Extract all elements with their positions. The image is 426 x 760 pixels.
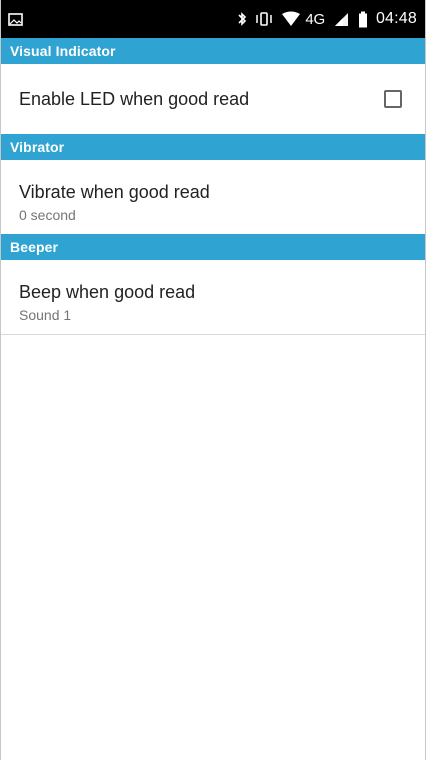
setting-title: Beep when good read bbox=[19, 282, 196, 302]
bluetooth-icon bbox=[237, 11, 247, 27]
setting-title: Enable LED when good read bbox=[19, 89, 250, 109]
enable-led-checkbox[interactable] bbox=[384, 90, 402, 108]
clock: 04:48 bbox=[375, 10, 417, 27]
setting-enable-led[interactable]: Enable LED when good read bbox=[1, 64, 425, 134]
list-divider bbox=[1, 334, 425, 335]
battery-icon bbox=[358, 11, 368, 28]
network-type-label: 4G bbox=[305, 10, 325, 28]
status-bar: 4G 04:48 bbox=[1, 0, 425, 38]
wifi-icon bbox=[281, 11, 301, 27]
setting-summary: 0 second bbox=[19, 207, 76, 223]
signal-icon bbox=[333, 11, 350, 27]
setting-summary: Sound 1 bbox=[19, 307, 72, 323]
status-bar-right: 4G 04:48 bbox=[237, 10, 417, 28]
setting-title: Vibrate when good read bbox=[19, 182, 210, 202]
setting-vibrate[interactable]: Vibrate when good read 0 second bbox=[1, 160, 425, 234]
vibrate-icon bbox=[255, 11, 273, 27]
image-notification-icon bbox=[8, 12, 23, 26]
settings-screen: 4G 04:48 Visual Indicator Enable LED whe… bbox=[0, 0, 426, 760]
section-header-vibrator: Vibrator bbox=[1, 134, 425, 160]
status-bar-left bbox=[8, 12, 23, 26]
section-header-visual-indicator: Visual Indicator bbox=[1, 38, 425, 64]
setting-beep[interactable]: Beep when good read Sound 1 bbox=[1, 260, 425, 334]
section-header-beeper: Beeper bbox=[1, 234, 425, 260]
